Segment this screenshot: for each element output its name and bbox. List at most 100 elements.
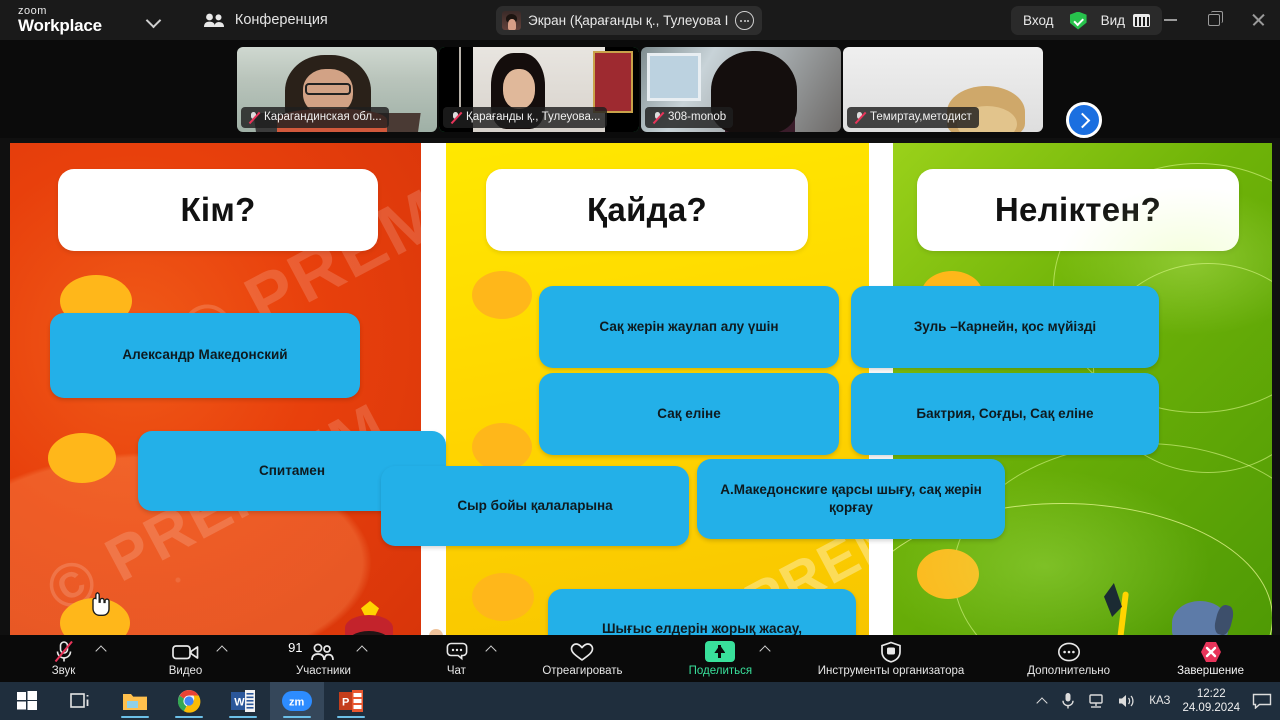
security-shield-icon[interactable] [1069,11,1087,30]
video-tile-active[interactable]: Қарағанды қ., Тулеуова... [439,46,639,132]
presenter-avatar [502,11,521,30]
reactions-button[interactable]: Отреагировать [510,635,655,682]
participant-name: 308-monob [668,111,727,123]
video-button[interactable]: Видео [127,635,244,682]
file-explorer-button[interactable] [108,682,162,720]
start-button[interactable] [0,682,54,720]
task-view-icon [70,693,89,708]
question-card-who: Кім? [58,169,378,251]
participant-name-badge: Карагандинская обл... [241,106,389,128]
maximize-button[interactable] [1192,0,1236,40]
screen-share-label: Экран (Қарағанды қ., Тулеуова І [528,13,729,28]
network-icon[interactable] [1087,693,1105,709]
camera-icon [171,641,200,663]
chat-icon [443,641,469,663]
question-title: Кім? [180,191,256,228]
filmstrip-next-arrow-icon[interactable] [1066,102,1102,138]
screen-share-indicator[interactable]: Экран (Қарағанды қ., Тулеуова І [496,6,763,35]
answer-box: Сақ жерін жаулап алу үшін [539,286,839,368]
decor-dot [472,423,532,471]
zoom-meeting-window: zoom Workplace Конференция Экран (Қараға… [0,0,1280,720]
zoom-app-icon: zm [282,691,312,711]
titlebar-right-group: Вход Вид [1011,6,1162,35]
decor-dot [472,573,534,621]
audio-button[interactable]: Звук [0,635,127,682]
folder-icon [123,693,147,710]
host-tools-label: Инструменты организатора [817,664,965,677]
microphone-muted-icon [854,111,865,124]
answer-box: Шығыс елдерін жорық жасау, [548,589,856,635]
language-indicator[interactable]: КАЗ [1149,695,1170,707]
host-tools-button[interactable]: Инструменты организатора [786,635,996,682]
more-dots-icon[interactable] [735,11,755,30]
minimize-button[interactable] [1148,0,1192,40]
answer-text: Спитамен [259,462,325,478]
microphone-muted-icon [248,111,259,124]
chat-button[interactable]: Чат [403,635,510,682]
title-bar: zoom Workplace Конференция Экран (Қараға… [0,0,1280,40]
action-center-icon[interactable] [1252,693,1272,709]
participant-filmstrip: Карагандинская обл... Қарағанды қ., Туле… [0,40,1280,138]
more-dots-icon [1057,641,1081,663]
participants-options-caret-icon[interactable] [357,643,368,654]
share-screen-button[interactable]: Поделиться [655,635,786,682]
zoom-control-toolbar: Звук Видео Участники 91 Чат Отреагироват… [0,635,1280,682]
participants-button[interactable]: Участники 91 [244,635,403,682]
chevron-down-icon[interactable] [147,13,161,27]
word-button[interactable]: W [216,682,270,720]
powerpoint-icon: P [339,690,363,712]
video-label: Видео [168,664,203,677]
mouse-cursor-pointer-icon [90,591,112,616]
answer-text: Сақ жерін жаулап алу үшін [599,318,779,334]
close-button[interactable] [1236,0,1280,40]
microphone-muted-icon [53,640,75,663]
answer-text: Шығыс елдерін жорық жасау, [601,620,802,635]
question-title: Неліктен? [994,191,1162,228]
chrome-icon [177,690,201,713]
more-button[interactable]: Дополнительно [996,635,1141,682]
video-tile[interactable]: Карагандинская обл... [237,46,437,132]
tray-chevron-up-icon[interactable] [1036,696,1049,709]
decor-dot [917,549,979,599]
question-card-why: Неліктен? [917,169,1239,251]
view-label: Вид [1100,13,1125,28]
decor-dot [472,271,532,319]
login-label: Вход [1023,13,1054,28]
audio-options-caret-icon[interactable] [96,643,107,654]
end-meeting-button[interactable]: Завершение [1141,635,1280,682]
login-button[interactable]: Вход [1023,13,1054,28]
view-button[interactable]: Вид [1101,13,1150,28]
video-tile[interactable]: Темиртау,методист [843,46,1043,132]
system-tray: КАЗ 12:22 24.09.2024 [1036,687,1280,716]
clock[interactable]: 12:22 24.09.2024 [1182,687,1240,716]
shared-screen-content: © PREMIUM © PREMIUM Кім? Александр Макед… [10,143,1272,635]
clock-time: 12:22 [1196,687,1226,700]
microphone-icon[interactable] [1061,692,1075,710]
video-options-caret-icon[interactable] [217,643,228,654]
chat-options-caret-icon[interactable] [486,643,497,654]
volume-icon[interactable] [1117,693,1137,709]
conference-tab[interactable]: Конференция [203,12,328,28]
question-card-where: Қайда? [486,169,808,251]
video-tile[interactable]: 308-monob [641,46,841,132]
microphone-muted-icon [450,111,461,124]
chrome-button[interactable] [162,682,216,720]
kazakh-warrior-illustration [1101,583,1258,635]
participant-name-badge: Қарағанды қ., Тулеуова... [443,106,608,128]
answer-text: Сақ еліне [657,405,721,421]
answer-text: Александр Македонский [122,347,288,363]
svg-text:zm: zm [289,697,305,709]
clock-date: 24.09.2024 [1182,702,1240,714]
end-meeting-label: Завершение [1177,664,1244,677]
share-options-caret-icon[interactable] [760,643,771,654]
answer-box: Бактрия, Соғды, Сақ еліне [851,373,1159,455]
end-call-icon [1198,641,1224,663]
people-icon [203,13,224,27]
zoom-button[interactable]: zm [270,682,324,720]
windows-logo-icon [17,691,37,710]
question-title: Қайда? [586,191,708,228]
answer-text: Бактрия, Соғды, Сақ еліне [916,405,1094,421]
powerpoint-button[interactable]: P [324,682,378,720]
task-view-button[interactable] [54,682,108,720]
conference-label: Конференция [234,12,328,28]
